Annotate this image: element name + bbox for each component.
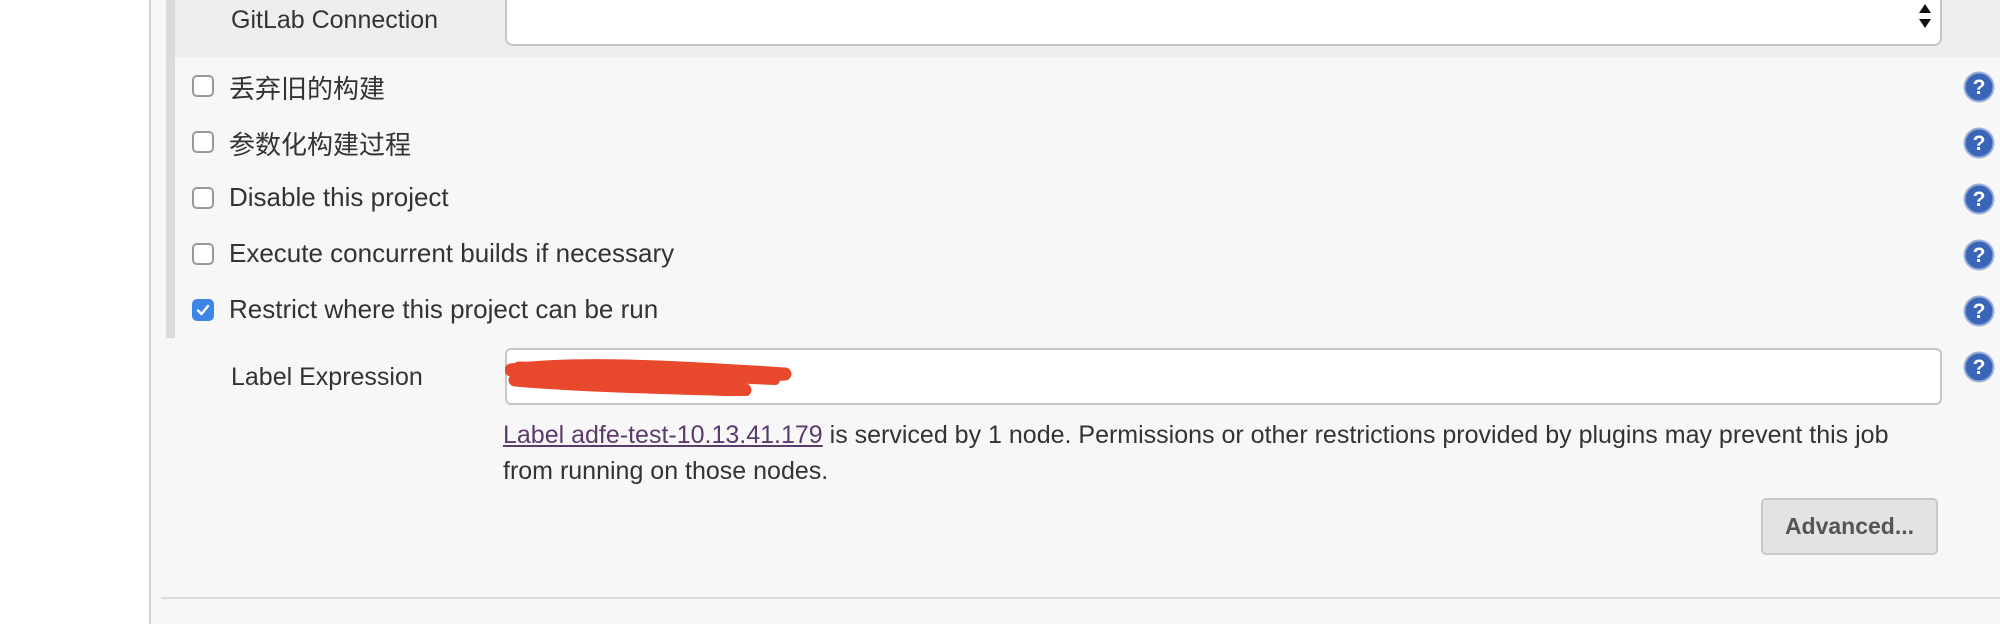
- svg-text:?: ?: [1973, 132, 1986, 155]
- svg-text:?: ?: [1973, 76, 1986, 99]
- parameterized-build-checkbox[interactable]: [192, 131, 214, 153]
- svg-text:?: ?: [1973, 244, 1986, 267]
- disable-project-label: Disable this project: [229, 182, 449, 212]
- parameterized-build-label: 参数化构建过程: [229, 130, 412, 160]
- help-icon[interactable]: ?: [1963, 183, 1995, 215]
- help-icon[interactable]: ?: [1963, 295, 1995, 327]
- help-icon[interactable]: ?: [1963, 239, 1995, 271]
- help-icon[interactable]: ?: [1963, 351, 1995, 383]
- help-icon[interactable]: ?: [1963, 71, 1995, 103]
- section-indent-bar: [166, 0, 175, 338]
- label-expression-info: Label adfe-test-10.13.41.179 is serviced…: [503, 417, 1943, 489]
- svg-text:?: ?: [1973, 356, 1986, 379]
- svg-text:?: ?: [1973, 188, 1986, 211]
- restrict-project-label: Restrict where this project can be run: [229, 294, 659, 324]
- section-divider: [161, 597, 2000, 599]
- redaction-scribble: [505, 359, 792, 396]
- gitlab-connection-select[interactable]: [505, 0, 1942, 46]
- discard-old-builds-label: 丢弃旧的构建: [229, 74, 386, 104]
- checkmark-icon: [196, 304, 210, 316]
- select-arrows-icon: [1919, 4, 1931, 28]
- discard-old-builds-checkbox[interactable]: [192, 75, 214, 97]
- svg-text:?: ?: [1973, 300, 1986, 323]
- label-expression-label: Label Expression: [231, 363, 423, 391]
- restrict-project-checkbox[interactable]: [192, 299, 214, 321]
- label-link[interactable]: Label adfe-test-10.13.41.179: [503, 421, 823, 449]
- concurrent-builds-label: Execute concurrent builds if necessary: [229, 238, 675, 268]
- disable-project-checkbox[interactable]: [192, 187, 214, 209]
- gitlab-connection-label: GitLab Connection: [231, 6, 439, 34]
- page-left-margin: [0, 0, 149, 624]
- concurrent-builds-checkbox[interactable]: [192, 243, 214, 265]
- help-icon[interactable]: ?: [1963, 127, 1995, 159]
- advanced-button[interactable]: Advanced...: [1761, 498, 1938, 555]
